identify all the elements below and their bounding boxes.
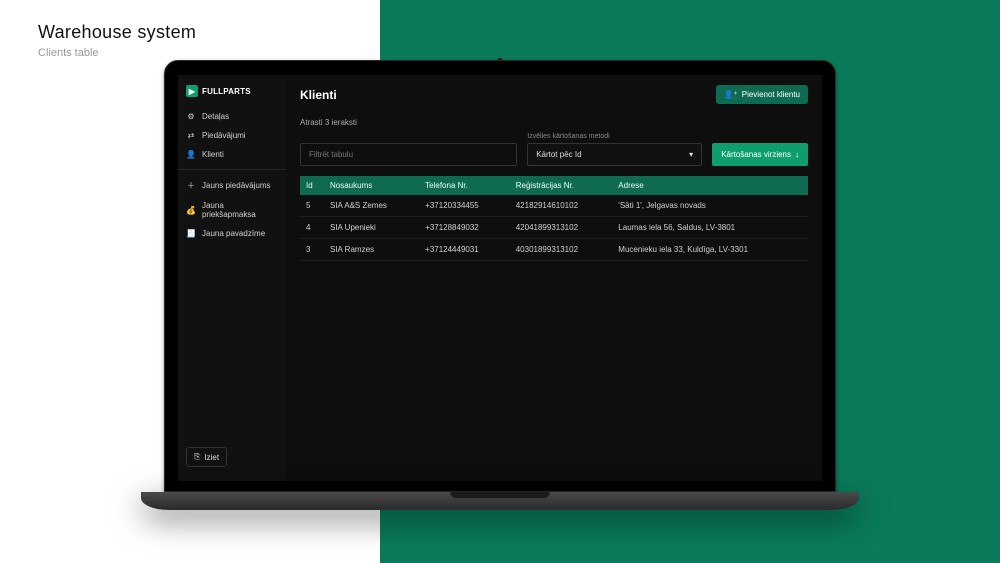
nav-label: Jauna priekšapmaksa [202, 201, 278, 219]
app-screen: ▶ FULLPARTS ⚙ Detaļas ⇄ Piedāvājumi 👤 Klienti… [178, 75, 822, 481]
nav-label: Piedāvājumi [202, 131, 246, 140]
brand-icon: ▶ [186, 85, 198, 97]
brand-logo[interactable]: ▶ FULLPARTS [178, 81, 286, 107]
logout-label: Iziet [204, 453, 219, 462]
table-row[interactable]: 5SIA A&S Zemes+3712033445542182914610102… [300, 195, 808, 217]
cell: +37120334455 [419, 195, 510, 217]
nav-icon: 💰 [186, 206, 196, 215]
logout-icon: ⎘ [194, 452, 200, 462]
cell: 4 [300, 217, 324, 239]
sidebar-item-a-2[interactable]: 👤 Klienti [178, 145, 286, 164]
cell: SIA A&S Zemes [324, 195, 419, 217]
cell: 5 [300, 195, 324, 217]
main-panel: Klienti 👤⁺ Pievienot klientu Atrasti 3 i… [286, 75, 822, 481]
arrow-down-icon: ↓ [795, 150, 799, 159]
nav-icon: ⇄ [186, 131, 196, 140]
laptop-mockup: ▶ FULLPARTS ⚙ Detaļas ⇄ Piedāvājumi 👤 Klienti… [164, 60, 836, 510]
sort-direction-label: Kārtošanas virziens [721, 150, 791, 159]
controls-row: Izvēlies kārtošanas metodi Kārtot pēc Id… [300, 133, 808, 166]
table-row[interactable]: 4SIA Upenieki+3712884903242041899313102L… [300, 217, 808, 239]
clients-table: IdNosaukumsTelefona Nr.Reģistrācijas Nr.… [300, 176, 808, 261]
sort-selected: Kārtot pēc Id [536, 150, 581, 159]
sidebar-item-a-1[interactable]: ⇄ Piedāvājumi [178, 126, 286, 145]
sidebar-item-a-0[interactable]: ⚙ Detaļas [178, 107, 286, 126]
filter-input[interactable] [300, 143, 517, 166]
page-label: Warehouse system Clients table [38, 22, 196, 59]
user-plus-icon: 👤⁺ [724, 90, 738, 99]
cell: Laumas iela 56, Saldus, LV-3801 [612, 217, 808, 239]
col-header[interactable]: Adrese [612, 176, 808, 195]
nav-icon: ⚙ [186, 112, 196, 121]
cell: 'Sāti 1', Jelgavas novads [612, 195, 808, 217]
sort-wrapper: Izvēlies kārtošanas metodi Kārtot pēc Id… [527, 133, 702, 166]
cell: 42182914610102 [510, 195, 613, 217]
records-count: Atrasti 3 ieraksti [300, 118, 808, 127]
sort-label: Izvēlies kārtošanas metodi [527, 133, 702, 140]
table-header-row: IdNosaukumsTelefona Nr.Reģistrācijas Nr.… [300, 176, 808, 195]
page-title: Warehouse system [38, 22, 196, 43]
filter-wrapper [300, 143, 517, 166]
sidebar-item-b-1[interactable]: 💰 Jauna priekšapmaksa [178, 196, 286, 224]
col-header[interactable]: Telefona Nr. [419, 176, 510, 195]
topbar: Klienti 👤⁺ Pievienot klientu [300, 85, 808, 104]
sort-select[interactable]: Kārtot pēc Id ▾ [527, 143, 702, 166]
sidebar-divider [178, 169, 286, 170]
sort-direction-button[interactable]: Kārtošanas virziens ↓ [712, 143, 808, 166]
nav-icon: 🧾 [186, 229, 196, 238]
nav-label: Jauna pavadzīme [202, 229, 265, 238]
nav-icon: ＋ [186, 180, 196, 191]
sidebar-item-b-2[interactable]: 🧾 Jauna pavadzīme [178, 224, 286, 243]
chevron-down-icon: ▾ [689, 150, 693, 159]
nav-label: Jauns piedāvājums [202, 181, 270, 190]
laptop-base [141, 492, 859, 510]
col-header[interactable]: Reģistrācijas Nr. [510, 176, 613, 195]
cell: 40301899313102 [510, 239, 613, 261]
col-header[interactable]: Nosaukums [324, 176, 419, 195]
nav-icon: 👤 [186, 150, 196, 159]
cell: +37128849032 [419, 217, 510, 239]
logout-button[interactable]: ⎘ Iziet [186, 447, 227, 467]
nav-label: Klienti [202, 150, 224, 159]
page-heading: Klienti [300, 88, 337, 102]
sidebar-item-b-0[interactable]: ＋ Jauns piedāvājums [178, 175, 286, 196]
add-client-label: Pievienot klientu [742, 90, 800, 99]
cell: 3 [300, 239, 324, 261]
cell: Mucenieku iela 33, Kuldīga, LV-3301 [612, 239, 808, 261]
col-header[interactable]: Id [300, 176, 324, 195]
cell: 42041899313102 [510, 217, 613, 239]
table-row[interactable]: 3SIA Ramzes+3712444903140301899313102Muc… [300, 239, 808, 261]
cell: +37124449031 [419, 239, 510, 261]
sidebar: ▶ FULLPARTS ⚙ Detaļas ⇄ Piedāvājumi 👤 Klienti… [178, 75, 286, 481]
nav-label: Detaļas [202, 112, 229, 121]
add-client-button[interactable]: 👤⁺ Pievienot klientu [716, 85, 808, 104]
page-subtitle: Clients table [38, 47, 196, 59]
brand-text: FULLPARTS [202, 87, 251, 96]
cell: SIA Ramzes [324, 239, 419, 261]
cell: SIA Upenieki [324, 217, 419, 239]
